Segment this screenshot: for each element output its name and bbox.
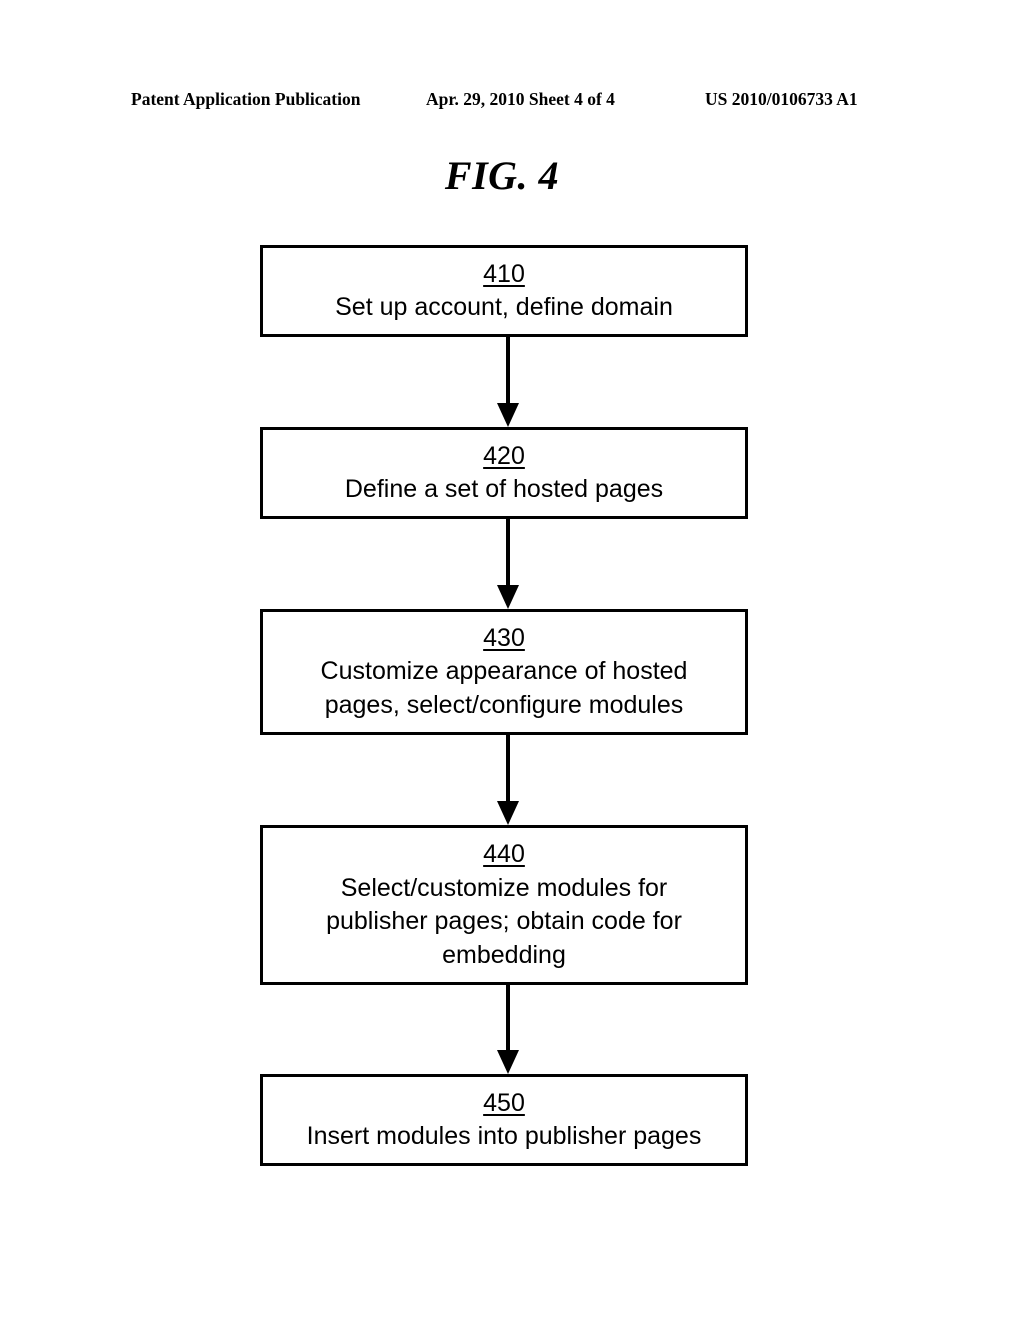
arrow-down-icon xyxy=(497,735,519,825)
arrow-down-icon xyxy=(497,519,519,609)
step-label: Customize appearance of hosted pages, se… xyxy=(320,657,688,719)
flow-arrow-430-440 xyxy=(496,735,520,825)
patent-header: Patent Application Publication Apr. 29, … xyxy=(0,89,1024,113)
flow-arrow-420-430 xyxy=(496,519,520,609)
figure-title: FIG. 4 xyxy=(444,153,560,198)
step-label: Select/customize modules for publisher p… xyxy=(326,873,682,969)
arrow-down-icon xyxy=(497,985,519,1074)
flow-step-420: 420 Define a set of hosted pages xyxy=(260,427,748,519)
flow-arrow-440-450 xyxy=(496,985,520,1074)
publication-type: Patent Application Publication xyxy=(131,89,361,109)
step-number: 430 xyxy=(483,623,525,652)
flow-step-430: 430 Customize appearance of hosted pages… xyxy=(260,609,748,735)
flow-step-440: 440 Select/customize modules for publish… xyxy=(260,825,748,985)
publication-number: US 2010/0106733 A1 xyxy=(705,89,858,109)
step-label: Insert modules into publisher pages xyxy=(306,1122,702,1150)
publication-date-sheet: Apr. 29, 2010 Sheet 4 of 4 xyxy=(426,89,615,109)
step-number: 450 xyxy=(483,1088,525,1117)
arrow-down-icon xyxy=(497,337,519,427)
step-number: 410 xyxy=(483,259,525,288)
step-label: Define a set of hosted pages xyxy=(344,475,664,503)
step-number: 440 xyxy=(483,840,525,868)
flow-step-410: 410 Set up account, define domain xyxy=(260,245,748,337)
flow-step-450: 450 Insert modules into publisher pages xyxy=(260,1074,748,1166)
flow-arrow-410-420 xyxy=(496,337,520,427)
step-number: 420 xyxy=(483,441,525,470)
step-label: Set up account, define domain xyxy=(335,293,673,321)
